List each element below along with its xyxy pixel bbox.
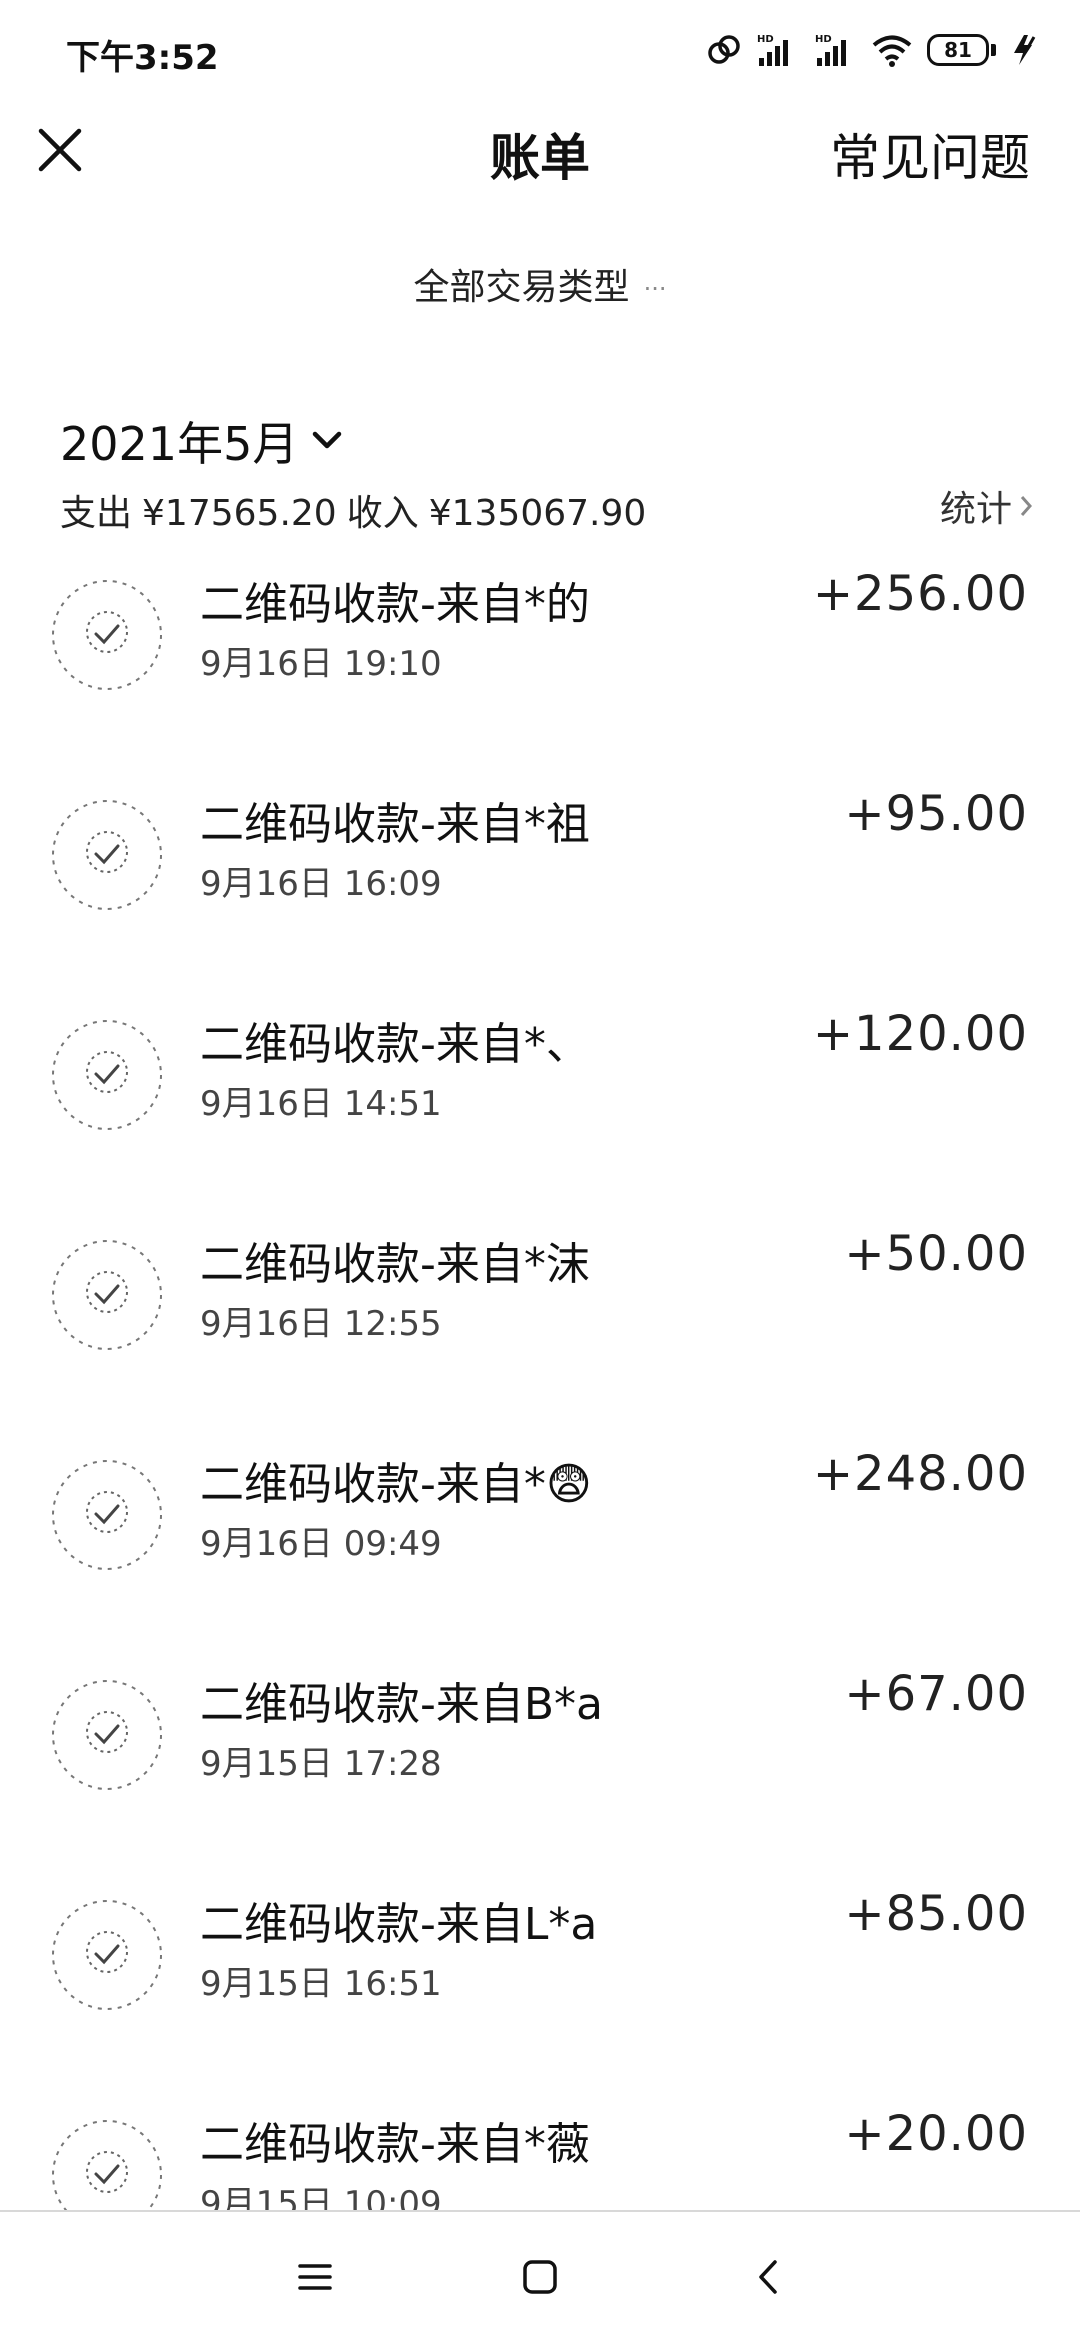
transaction-time: 9月16日 14:51 [200,1084,442,1124]
transaction-row[interactable]: 二维码收款-来自B*a 9月15日 17:28 +67.00 [0,1648,1080,1868]
qr-payment-icon [52,1900,162,2010]
link-icon [708,35,740,64]
statistics-label: 统计 [939,489,1012,530]
status-bar: 下午3:52 HD HD 81 [0,0,1080,100]
transaction-time: 9月15日 17:28 [200,1744,442,1784]
transaction-amount: +95.00 [844,786,1028,842]
statistics-link[interactable]: 统计 [940,480,1032,532]
back-button[interactable] [733,2242,803,2312]
menu-icon [298,2264,332,2290]
transaction-amount: +85.00 [844,1886,1028,1942]
transaction-amount: +248.00 [812,1446,1028,1502]
status-time: 下午3:52 [66,38,219,78]
battery-icon: 81 [927,34,996,66]
more-dots-icon: ··· [643,275,667,303]
close-button[interactable] [30,120,90,180]
qr-payment-icon [52,1460,162,1570]
qr-payment-icon [52,1680,162,1790]
menu-button[interactable] [280,2242,350,2312]
transaction-title: 二维码收款-来自*薇 [200,2119,590,2170]
app-header: 账单 常见问题 [0,100,1080,200]
qr-payment-icon [52,800,162,910]
svg-text:HD: HD [815,34,832,45]
faq-link[interactable]: 常见问题 [830,118,1030,190]
transaction-title: 二维码收款-来自B*a [200,1679,604,1730]
income-label: 收入 [346,493,419,534]
month-selector[interactable]: 2021年5月 [60,408,342,474]
filter-label: 全部交易类型 [413,267,630,308]
transaction-time: 9月16日 19:10 [200,644,442,684]
transaction-title: 二维码收款-来自*😨 [200,1459,592,1510]
transaction-time: 9月16日 16:09 [200,864,442,904]
charging-icon [1014,35,1036,65]
transaction-amount: +50.00 [844,1226,1028,1282]
chevron-down-icon [313,431,342,449]
system-nav-bar [0,2210,1080,2340]
qr-payment-icon [52,580,162,690]
transaction-row[interactable]: 二维码收款-来自*沫 9月16日 12:55 +50.00 [0,1208,1080,1428]
transaction-row[interactable]: 二维码收款-来自*祖 9月16日 16:09 +95.00 [0,768,1080,988]
signal-hd-1-icon: HD [757,34,788,66]
transaction-title: 二维码收款-来自*沫 [200,1239,590,1290]
home-square-icon [523,2260,557,2294]
transaction-row[interactable]: 二维码收款-来自*😨 9月16日 09:49 +248.00 [0,1428,1080,1648]
qr-payment-icon [52,1020,162,1130]
transaction-row[interactable]: 二维码收款-来自*、 9月16日 14:51 +120.00 [0,988,1080,1208]
transaction-title: 二维码收款-来自L*a [200,1899,598,1950]
bill-screen: 下午3:52 HD HD 81 账单 常见问题 全部交易类型 ··· 2021年… [0,0,1080,2340]
back-icon [759,2260,777,2294]
chevron-right-icon [1020,496,1032,516]
transaction-row[interactable]: 二维码收款-来自L*a 9月15日 16:51 +85.00 [0,1868,1080,2088]
transaction-list: 二维码收款-来自*的 9月16日 19:10 +256.00 二维码收款-来自*… [0,548,1080,2308]
svg-text:HD: HD [757,34,774,45]
expense-value: ¥17565.20 [142,493,337,534]
transaction-title: 二维码收款-来自*的 [200,579,590,630]
home-button[interactable] [505,2242,575,2312]
transaction-row[interactable]: 二维码收款-来自*的 9月16日 19:10 +256.00 [0,548,1080,768]
transaction-title: 二维码收款-来自*祖 [200,799,590,850]
transaction-title: 二维码收款-来自*、 [200,1019,590,1070]
transaction-time: 9月16日 12:55 [200,1304,442,1344]
qr-payment-icon [52,1240,162,1350]
month-label: 2021年5月 [60,417,299,471]
transaction-time: 9月16日 09:49 [200,1524,442,1564]
signal-hd-2-icon: HD [815,34,846,66]
transaction-time: 9月15日 16:51 [200,1964,442,2004]
close-icon [38,128,82,172]
expense-label: 支出 [60,493,133,534]
income-value: ¥135067.90 [428,493,647,534]
transaction-amount: +20.00 [844,2106,1028,2162]
wifi-icon [872,35,912,67]
status-icons: HD HD 81 [707,28,1040,72]
battery-level: 81 [927,34,989,66]
transaction-type-filter[interactable]: 全部交易类型 ··· [0,258,1080,310]
transaction-amount: +256.00 [812,566,1028,622]
month-summary: 支出 ¥17565.20 收入 ¥135067.90 [60,484,656,536]
transaction-amount: +120.00 [812,1006,1028,1062]
transaction-amount: +67.00 [844,1666,1028,1722]
